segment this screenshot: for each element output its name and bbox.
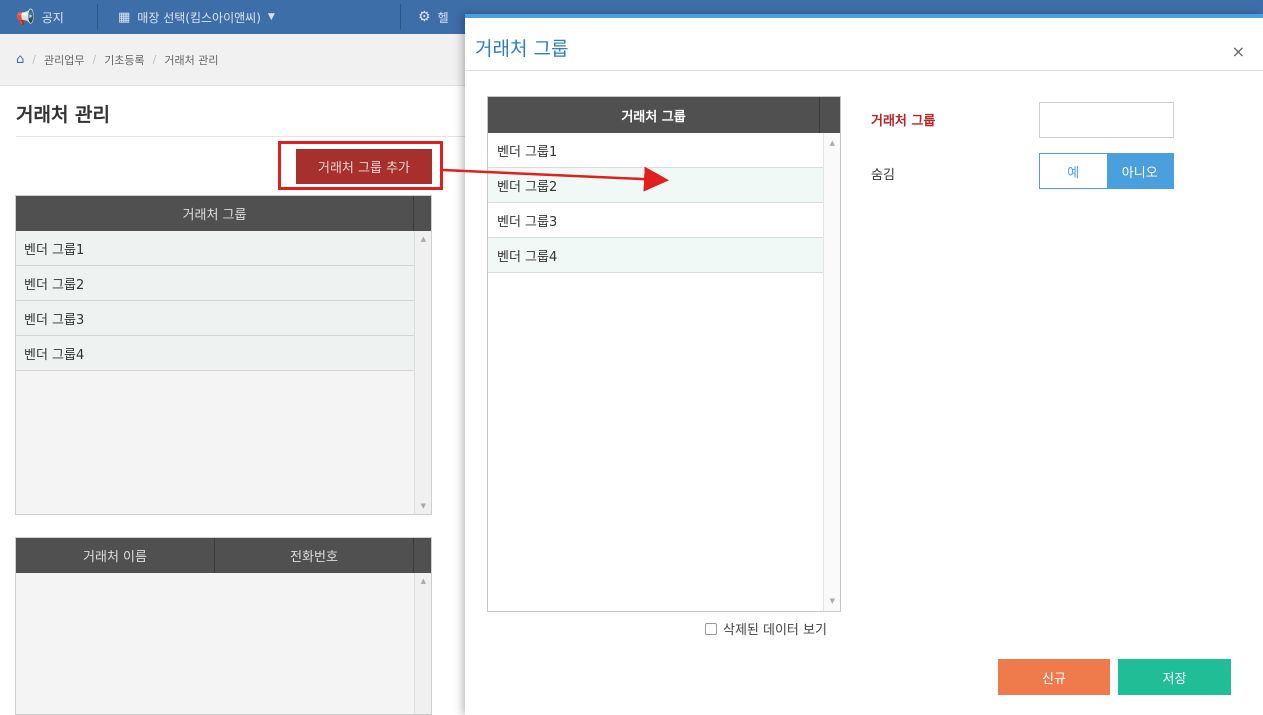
show-deleted-checkbox[interactable]: 삭제된 데이터 보기 (705, 619, 827, 638)
list-item[interactable]: 벤더 그룹3 (16, 301, 416, 336)
vendor-grid-header: 거래처 이름 전화번호 (16, 538, 431, 573)
scrollbar[interactable]: ▲ (414, 573, 431, 714)
list-item[interactable]: 벤더 그룹4 (16, 336, 416, 371)
list-item[interactable]: 벤더 그룹2 (488, 168, 824, 203)
group-grid: 거래처 그룹 벤더 그룹1 벤더 그룹2 벤더 그룹3 벤더 그룹4 ▲ ▼ (15, 195, 432, 515)
hide-no-option[interactable]: 아니오 (1106, 154, 1173, 188)
vendor-group-modal: 거래처 그룹 × 거래처 그룹 벤더 그룹1 벤더 그룹2 벤더 그룹3 벤더 … (465, 14, 1263, 715)
help-menu[interactable]: ⚙ 헬 (418, 0, 449, 34)
store-icon: ▦ (118, 9, 131, 25)
list-item[interactable]: 벤더 그룹2 (16, 266, 416, 301)
divider (16, 136, 465, 137)
show-deleted-label: 삭제된 데이터 보기 (723, 623, 827, 638)
group-grid-header: 거래처 그룹 (16, 196, 431, 231)
breadcrumb-item: 거래처 관리 (164, 53, 219, 67)
store-select-label: 매장 선택(킴스아이앤씨) (137, 10, 261, 25)
help-label: 헬 (437, 10, 449, 25)
list-item[interactable]: 벤더 그룹1 (488, 133, 824, 168)
scroll-down-icon[interactable]: ▼ (830, 597, 835, 605)
modal-group-grid: 거래처 그룹 벤더 그룹1 벤더 그룹2 벤더 그룹3 벤더 그룹4 ▲ ▼ (487, 96, 841, 612)
modal-title: 거래처 그룹 (475, 38, 569, 60)
notice-label: 공지 (41, 10, 64, 25)
new-button[interactable]: 신규 (998, 659, 1110, 695)
group-name-label: 거래처 그룹 (871, 114, 936, 129)
scroll-up-icon[interactable]: ▲ (830, 139, 835, 147)
notice-menu[interactable]: 📢 공지 (16, 0, 64, 34)
column-header[interactable]: 전화번호 (215, 538, 414, 573)
checkbox-icon[interactable] (705, 622, 717, 635)
annotation-highlight-box (278, 141, 443, 190)
caret-down-icon: ▼ (267, 12, 275, 22)
megaphone-icon: 📢 (16, 8, 35, 26)
user-gear-icon: ⚙ (418, 9, 431, 25)
divider (400, 4, 401, 30)
store-select-menu[interactable]: ▦ 매장 선택(킴스아이앤씨) ▼ (118, 0, 275, 34)
breadcrumb-item[interactable]: 관리업무 (44, 52, 84, 68)
group-name-input[interactable] (1039, 102, 1174, 138)
vendor-grid: 거래처 이름 전화번호 ▲ (15, 537, 432, 715)
modal-grid-header: 거래처 그룹 (488, 97, 840, 133)
page-title: 거래처 관리 (16, 104, 111, 126)
scrollbar[interactable]: ▲ ▼ (414, 231, 431, 514)
scrollbar[interactable]: ▲ ▼ (823, 133, 840, 611)
scroll-up-icon[interactable]: ▲ (421, 235, 426, 243)
home-icon[interactable]: ⌂ (16, 52, 24, 67)
scroll-up-icon[interactable]: ▲ (421, 577, 426, 585)
breadcrumb: ⌂ / 관리업무 / 기초등록 / 거래처 관리 (0, 34, 465, 86)
hide-yes-option[interactable]: 예 (1040, 154, 1107, 188)
list-item[interactable]: 벤더 그룹4 (488, 238, 824, 273)
column-header[interactable]: 거래처 이름 (16, 538, 215, 573)
list-item[interactable]: 벤더 그룹3 (488, 203, 824, 238)
breadcrumb-item[interactable]: 기초등록 (104, 52, 144, 68)
close-icon[interactable]: × (1232, 42, 1245, 61)
divider (465, 70, 1263, 71)
hide-label: 숨김 (871, 168, 895, 183)
divider (97, 4, 98, 30)
scroll-down-icon[interactable]: ▼ (421, 502, 426, 510)
hide-toggle: 예 아니오 (1039, 153, 1174, 189)
list-item[interactable]: 벤더 그룹1 (16, 231, 416, 266)
column-header[interactable]: 거래처 그룹 (16, 196, 414, 231)
column-header[interactable]: 거래처 그룹 (488, 97, 820, 133)
save-button[interactable]: 저장 (1118, 659, 1231, 695)
